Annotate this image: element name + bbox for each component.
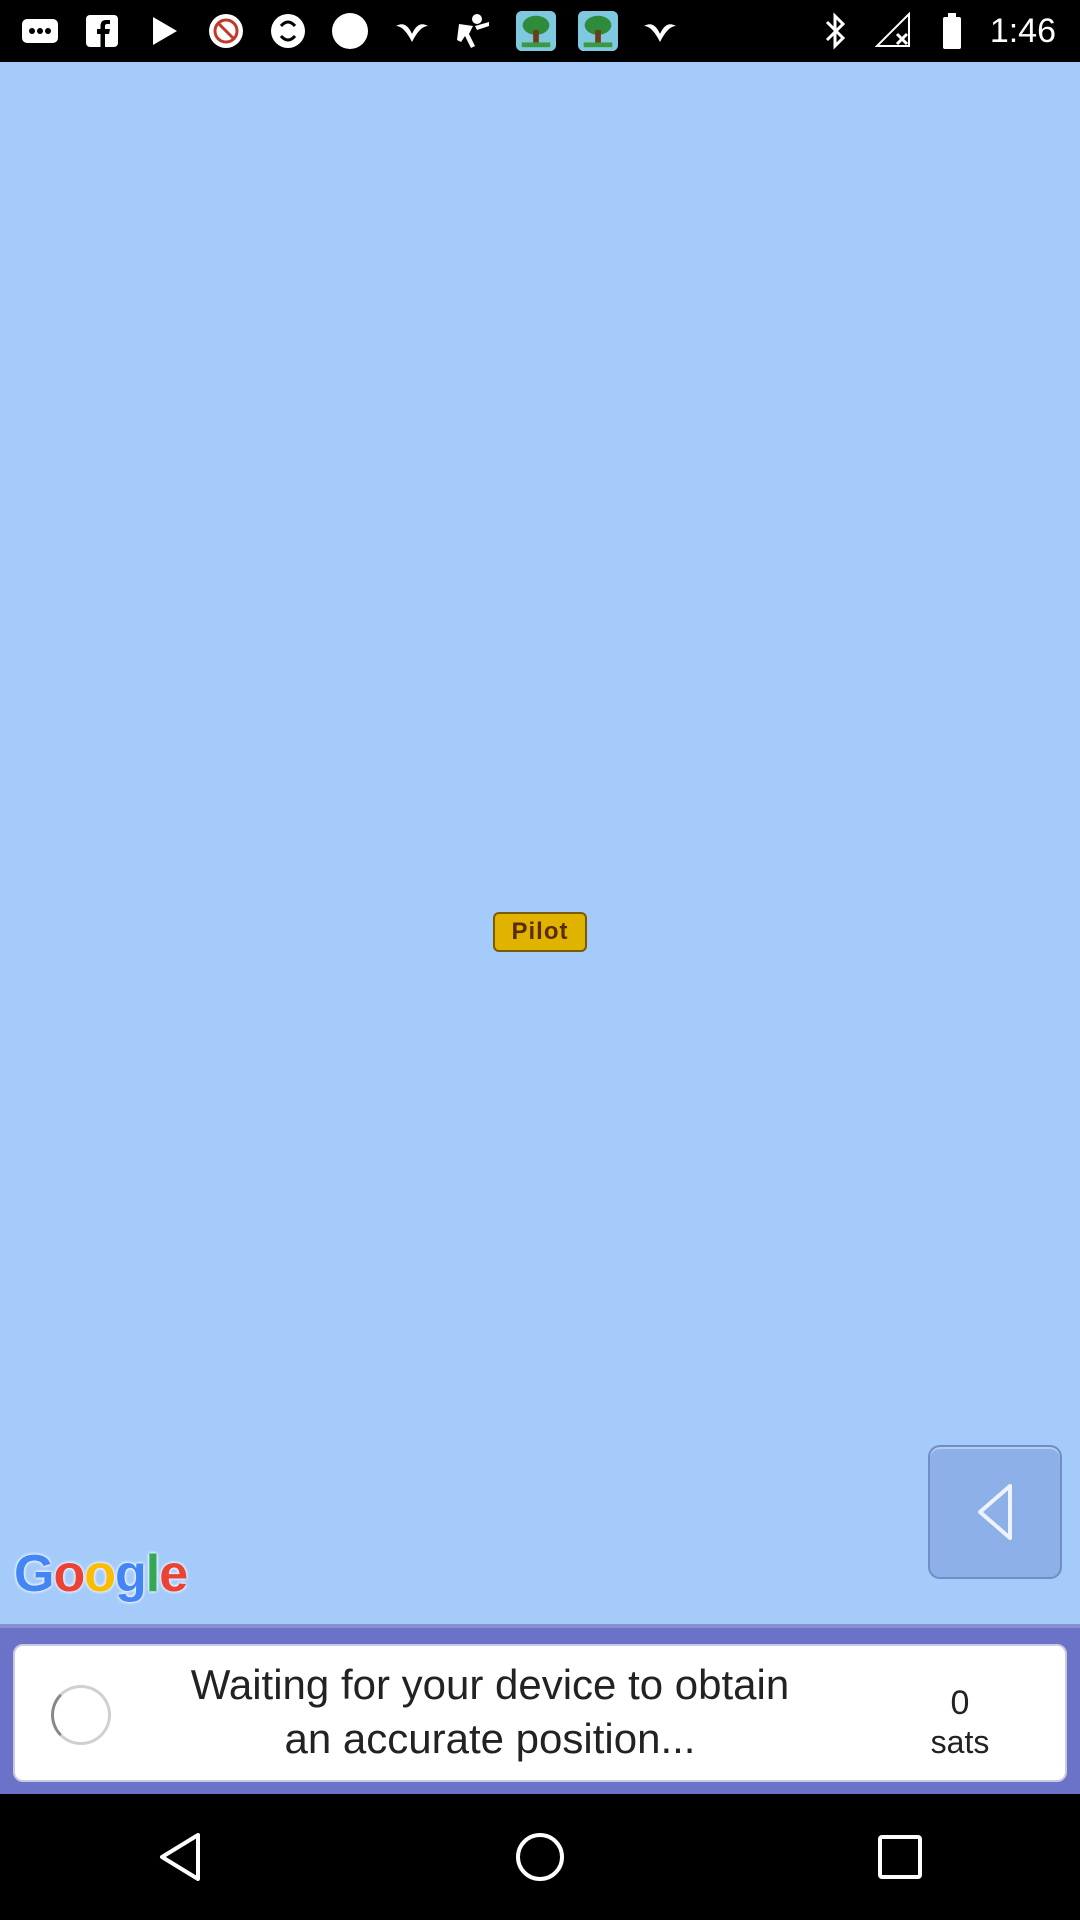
pilot-marker-label: Pilot	[511, 918, 569, 945]
nav-back-button[interactable]	[140, 1817, 220, 1897]
gps-status-card: Waiting for your device to obtain an acc…	[13, 1644, 1067, 1782]
nav-recents-button[interactable]	[860, 1817, 940, 1897]
satellite-count: 0 sats	[931, 1684, 1080, 1762]
no-signal-icon	[874, 11, 914, 51]
bluetooth-icon	[816, 11, 856, 51]
map-view[interactable]: Pilot Google	[0, 62, 1080, 1624]
gps-status-panel: Waiting for your device to obtain an acc…	[0, 1624, 1080, 1794]
play-icon	[144, 11, 184, 51]
loading-spinner-icon	[51, 1685, 111, 1745]
person-icon	[454, 11, 494, 51]
bird-icon	[640, 11, 680, 51]
pilot-marker: Pilot	[493, 912, 587, 952]
more-icon	[20, 11, 60, 51]
tree-app-icon	[516, 11, 556, 51]
sats-label: sats	[930, 1724, 990, 1760]
blocked-icon	[206, 11, 246, 51]
sats-count-value: 0	[950, 1684, 970, 1722]
nav-home-button[interactable]	[500, 1817, 580, 1897]
back-icon	[160, 1833, 200, 1881]
bird-icon	[392, 11, 432, 51]
chevron-left-icon	[978, 1484, 1012, 1540]
tree-app-icon	[578, 11, 618, 51]
home-icon	[516, 1833, 564, 1881]
status-bar: 1:46	[0, 0, 1080, 62]
navigation-bar	[0, 1794, 1080, 1920]
sync-icon	[268, 11, 308, 51]
recents-icon	[878, 1835, 922, 1879]
map-back-button[interactable]	[928, 1445, 1062, 1579]
clock: 1:46	[989, 11, 1056, 50]
gps-status-message: Waiting for your device to obtain an acc…	[190, 1661, 790, 1762]
circle-icon	[330, 11, 370, 51]
facebook-icon	[82, 11, 122, 51]
battery-icon	[932, 11, 972, 51]
google-attribution: Google	[14, 1545, 188, 1603]
